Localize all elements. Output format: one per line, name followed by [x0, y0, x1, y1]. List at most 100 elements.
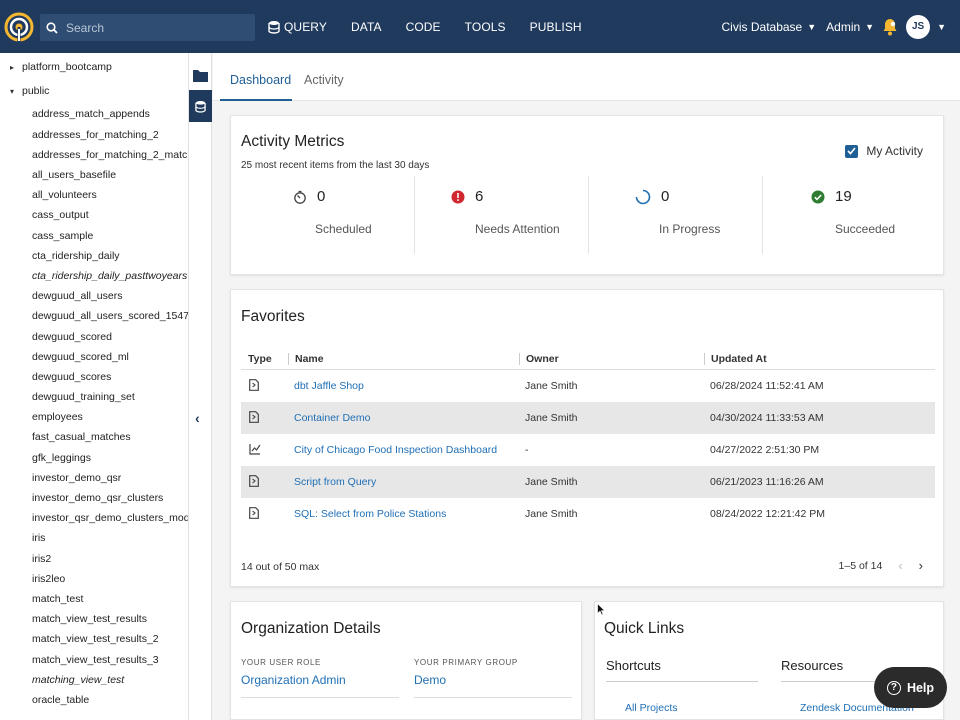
column-header-type[interactable]: Type: [241, 353, 288, 365]
favorite-name-link[interactable]: dbt Jaffle Shop: [288, 380, 519, 392]
sidebar-table-item[interactable]: iris2leo: [0, 569, 188, 589]
favorite-name-link[interactable]: City of Chicago Food Inspection Dashboar…: [288, 444, 519, 456]
sidebar-table-item[interactable]: addresses_for_matching_2: [0, 125, 188, 145]
favorite-owner: -: [525, 444, 529, 456]
sidebar-table-item[interactable]: investor_demo_qsr: [0, 468, 188, 488]
avatar[interactable]: JS: [906, 14, 931, 39]
my-activity-label: My Activity: [866, 144, 923, 158]
sidebar-table-item[interactable]: iris2: [0, 549, 188, 569]
sidebar-table-item[interactable]: iris: [0, 528, 188, 548]
schema-label: public: [22, 85, 50, 98]
sidebar-table-item[interactable]: dewguud_scores: [0, 367, 188, 387]
previous-page-icon[interactable]: ‹: [898, 558, 902, 573]
notification-bell-icon[interactable]: [882, 18, 898, 36]
schema-tree: ▸ platform_bootcamp ▾ public address_match…: [0, 53, 189, 720]
sidebar-table-item[interactable]: dewguud_all_users_scored_1547...: [0, 306, 188, 326]
nav-publish[interactable]: PUBLISH: [530, 20, 582, 34]
sidebar-table-item[interactable]: cass_sample: [0, 226, 188, 246]
sidebar-table-item[interactable]: oracle_table: [0, 690, 188, 710]
user-role-link[interactable]: Organization Admin: [241, 673, 346, 687]
database-icon: [268, 20, 280, 34]
metric-value: 19: [835, 188, 852, 205]
sidebar-table-item[interactable]: dewguud_scored_ml: [0, 347, 188, 367]
shortcuts-heading: Shortcuts: [606, 658, 661, 673]
favorite-owner: Jane Smith: [525, 476, 578, 488]
sidebar-table-item[interactable]: dewguud_all_users: [0, 286, 188, 306]
column-header-name[interactable]: Name: [288, 352, 519, 365]
metric-succeeded[interactable]: 19 Succeeded: [763, 176, 937, 254]
search-input[interactable]: [66, 20, 236, 35]
activity-metrics-subtitle: 25 most recent items from the last 30 da…: [241, 160, 430, 171]
sidebar-table-item[interactable]: match_view_test_results_3: [0, 649, 188, 669]
sidebar-table-item[interactable]: fast_casual_matches: [0, 427, 188, 447]
search-icon: [46, 21, 58, 34]
sidebar-table-item[interactable]: all_volunteers: [0, 185, 188, 205]
civis-logo[interactable]: [4, 10, 34, 44]
favorites-count: 14 out of 50 max: [241, 561, 320, 573]
user-role-label: YOUR USER ROLE: [241, 658, 321, 667]
metric-in-progress[interactable]: 0 In Progress: [589, 176, 763, 254]
sidebar-table-item[interactable]: investor_qsr_demo_clusters_mod...: [0, 508, 188, 528]
metric-label: Scheduled: [315, 222, 372, 236]
script-icon: [241, 506, 288, 522]
metric-needs-attention[interactable]: 6 Needs Attention: [415, 176, 589, 254]
next-page-icon[interactable]: ›: [919, 558, 923, 573]
sidebar-table-item[interactable]: gfk_leggings: [0, 448, 188, 468]
sidebar-table-item[interactable]: employees: [0, 407, 188, 427]
table-row[interactable]: dbt Jaffle Shop Jane Smith 06/28/2024 11:5…: [241, 370, 935, 402]
schema-public[interactable]: ▾ public: [0, 81, 188, 101]
table-row[interactable]: City of Chicago Food Inspection Dashboar…: [241, 434, 935, 466]
sidebar-table-item[interactable]: addresses_for_matching_2_match...: [0, 145, 188, 165]
database-dropdown[interactable]: Civis Database ▼: [722, 20, 817, 34]
favorite-name-link[interactable]: Script from Query: [288, 476, 519, 488]
sidebar-table-item[interactable]: cta_ridership_daily_pasttwoyears: [0, 266, 188, 286]
script-icon: [241, 378, 288, 394]
my-activity-checkbox[interactable]: My Activity: [845, 144, 923, 158]
quick-links-title: Quick Links: [604, 620, 685, 637]
divider: [606, 681, 758, 682]
sidebar-table-item[interactable]: match_view_test_results_2: [0, 629, 188, 649]
tab-dashboard[interactable]: Dashboard: [230, 73, 291, 87]
nav-data[interactable]: DATA: [351, 20, 382, 34]
sidebar-table-item[interactable]: dewguud_training_set: [0, 387, 188, 407]
column-header-updated-at[interactable]: Updated At: [704, 352, 935, 365]
sidebar-table-item[interactable]: matching_view_test: [0, 670, 188, 690]
sidebar-table-item[interactable]: match_view_test_results: [0, 609, 188, 629]
favorite-name-link[interactable]: Container Demo: [288, 412, 519, 424]
collapse-sidebar-icon[interactable]: ‹: [195, 410, 200, 426]
sidebar-table-item[interactable]: address_match_appends: [0, 104, 188, 124]
sidebar-tab-strip: ‹: [189, 53, 212, 720]
folder-icon[interactable]: [193, 69, 208, 82]
sidebar-table-item[interactable]: cta_ridership_daily: [0, 246, 188, 266]
nav-tools[interactable]: TOOLS: [465, 20, 506, 34]
chevron-down-icon[interactable]: ▼: [937, 22, 946, 32]
table-row[interactable]: SQL: Select from Police Stations Jane Smi…: [241, 498, 935, 530]
nav-query[interactable]: QUERY: [268, 20, 327, 34]
search-box[interactable]: [40, 14, 255, 41]
admin-dropdown[interactable]: Admin ▼: [826, 20, 874, 34]
sidebar-table-item[interactable]: cass_output: [0, 205, 188, 225]
table-row[interactable]: Script from Query Jane Smith 06/21/2023 11…: [241, 466, 935, 498]
help-label: Help: [906, 680, 935, 695]
table-row[interactable]: Container Demo Jane Smith 04/30/2024 11:33…: [241, 402, 935, 434]
organization-details-title: Organization Details: [241, 620, 381, 637]
sidebar-table-item[interactable]: investor_demo_qsr_clusters: [0, 488, 188, 508]
check-circle-icon: [811, 190, 825, 203]
nav-code[interactable]: CODE: [406, 20, 441, 34]
shortcut-link[interactable]: All Projects: [625, 702, 745, 714]
metric-scheduled[interactable]: 0 Scheduled: [241, 176, 415, 254]
primary-group-link[interactable]: Demo: [414, 673, 446, 687]
main-content: Dashboard Activity Activity Metrics 25 m…: [213, 53, 960, 720]
database-tab[interactable]: [189, 90, 212, 122]
spinner-icon: [635, 189, 651, 204]
schema-platform-bootcamp[interactable]: ▸ platform_bootcamp: [0, 57, 188, 77]
sidebar-table-item[interactable]: match_test: [0, 589, 188, 609]
favorite-name-link[interactable]: SQL: Select from Police Stations: [288, 508, 519, 520]
help-button[interactable]: ? Help: [874, 667, 947, 708]
favorite-updated-at: 04/27/2022 2:51:30 PM: [710, 444, 820, 456]
column-header-owner[interactable]: Owner: [519, 352, 704, 365]
sidebar-table-item[interactable]: dewguud_scored: [0, 326, 188, 346]
sidebar-table-item[interactable]: all_users_basefile: [0, 165, 188, 185]
tab-activity[interactable]: Activity: [304, 73, 344, 87]
pagination: 1–5 of 14 ‹ ›: [839, 558, 923, 573]
